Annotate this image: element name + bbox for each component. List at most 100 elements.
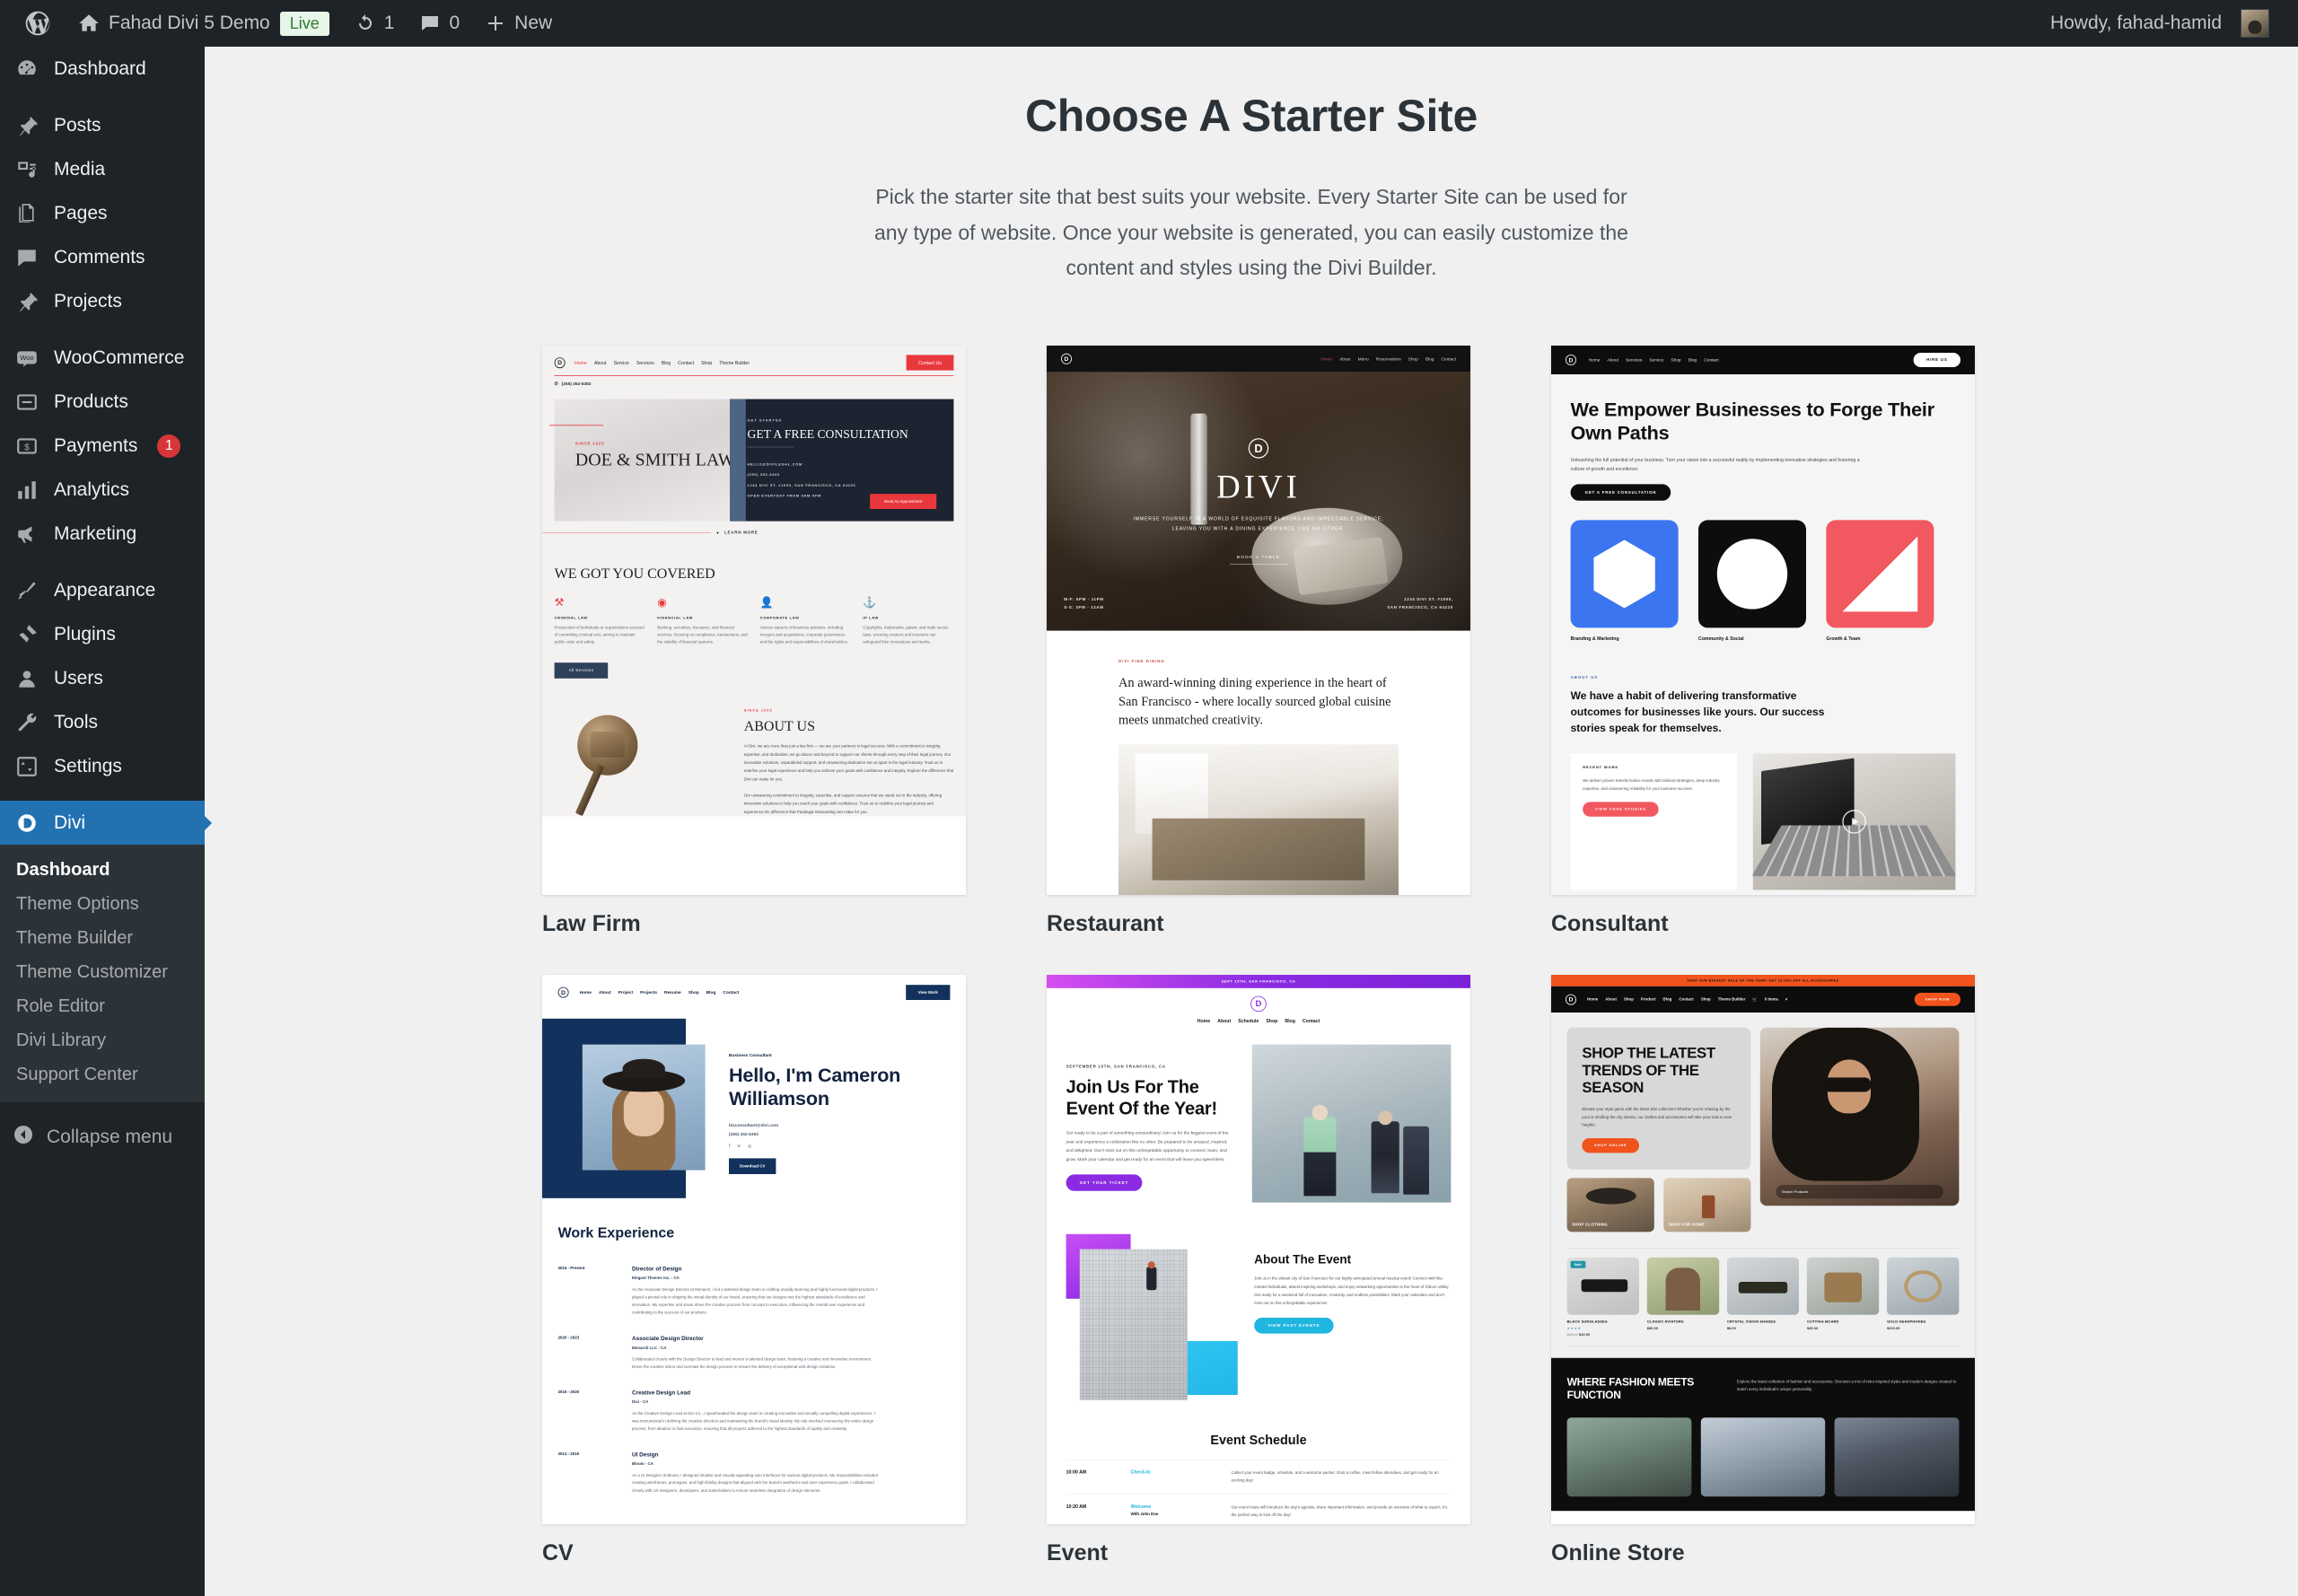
os-home-tile: SHOP FOR HOME [1663,1178,1751,1232]
sidebar-item-tools[interactable]: Tools [0,700,205,744]
submenu-item-theme-builder[interactable]: Theme Builder [0,921,205,955]
tools-icon [13,711,41,734]
thumbnail-cv[interactable]: D Home About Project Projects Resume Shop B… [542,974,966,1524]
rt-kicker: DIVI FINE DINING [1118,659,1165,664]
starter-site-card-event[interactable]: SEPT 15TH, SAN FRANCISCO, CA D Home About… [1047,974,1470,1566]
thumbnail-consultant[interactable]: D Home About Services Service Shop Blog Con… [1551,345,1975,895]
lf-nav: D Home About Service Services Blog Contact… [542,346,966,371]
submenu-item-divi-library[interactable]: Divi Library [0,1023,205,1057]
os-heading: SHOP THE LATEST TRENDS OF THE SEASON [1582,1043,1715,1096]
play-icon [1842,809,1866,834]
new-content-button[interactable]: New [472,0,565,47]
ev-ticket-button: GET YOUR TICKET [1066,1174,1143,1191]
ev-about-image [1066,1233,1238,1400]
os-product-card[interactable]: CUTTING BOARD $45.00 [1806,1257,1880,1337]
starter-site-card-consultant[interactable]: D Home About Services Service Shop Blog Con… [1551,345,1975,937]
rt-book-button: BOOK A TABLE [1236,553,1281,559]
starter-site-card-online-store[interactable]: SHOP OUR BIGGEST SALE OF THE YEAR! GET 1… [1551,974,1975,1566]
submenu-item-dashboard[interactable]: Dashboard [0,853,205,887]
cs-navlinks: Home About Services Service Shop Blog Conta… [1588,356,1719,363]
card-title-restaurant: Restaurant [1047,910,1164,936]
facebook-icon: f [729,1142,731,1149]
rt-address: 1234 DIVI ST. #1000, SAN FRANCISCO, CA 9… [1387,596,1453,610]
updates-button[interactable]: 1 [342,0,408,47]
lf-feature: ◉ FINANCIAL LAW Banking, securities, insur… [657,596,748,645]
sidebar-item-label: Settings [54,755,122,776]
thumbnail-law-firm[interactable]: D Home About Service Services Blog Contact… [542,345,966,895]
rt-navlinks: Home About Menu Reservations Shop Blog Cont… [1320,355,1456,362]
plus-icon [488,16,504,31]
os-product-card[interactable]: Sale! BLACK SUNGLASSES ★★★★ $22.00 $19.00 [1566,1257,1639,1337]
starter-site-card-cv[interactable]: D Home About Project Projects Resume Shop B… [542,974,966,1566]
sidebar-item-posts[interactable]: Posts [0,103,205,147]
product-image: Sale! [1566,1257,1639,1315]
divi-logo-icon: D [557,987,569,998]
site-name-button[interactable]: Fahad Divi 5 Demo Live [65,0,342,47]
sidebar-item-media[interactable]: Media [0,147,205,191]
thumbnail-event[interactable]: SEPT 15TH, SAN FRANCISCO, CA D Home About… [1047,974,1470,1524]
sidebar-item-label: Posts [54,114,101,136]
chevron-down-icon: ▾ [716,530,719,535]
sidebar-item-marketing[interactable]: Marketing [0,512,205,556]
wordpress-logo-button[interactable] [11,0,65,47]
sidebar-item-label: Users [54,667,103,688]
os-announcement-bar: SHOP OUR BIGGEST SALE OF THE YEAR! GET 1… [1551,974,1975,987]
starter-site-card-restaurant[interactable]: D Home About Menu Reservations Shop Blog Co… [1047,345,1470,937]
lf-feature: ⚓ IP LAW Copyrights, trademarks, patent, a… [863,597,953,645]
sidebar-item-projects[interactable]: Projects [0,279,205,323]
submenu-item-theme-customizer[interactable]: Theme Customizer [0,955,205,989]
submenu-item-theme-options[interactable]: Theme Options [0,887,205,921]
sidebar-item-woocommerce[interactable]: Woo WooCommerce [0,336,205,380]
sidebar-item-label: Tools [54,711,99,732]
submenu-item-support-center[interactable]: Support Center [0,1057,205,1092]
sidebar-item-users[interactable]: Users [0,656,205,700]
os-product-card[interactable]: GOLD HEADPHONES $210.00 [1887,1257,1960,1337]
svg-text:$: $ [24,443,30,452]
account-menu[interactable]: Howdy, fahad-hamid [2038,0,2282,47]
sidebar-item-payments[interactable]: $ Payments 1 [0,424,205,468]
divi-logo-icon: D [1566,994,1576,1005]
collapse-label: Collapse menu [47,1126,173,1147]
os-model-image: Search Products [1759,1027,1960,1206]
cv-contact: bizconsultant@divi.com (255) 352-6393 [729,1121,779,1136]
comments-button[interactable]: 0 [407,0,472,47]
sidebar-item-plugins[interactable]: Plugins [0,612,205,656]
cv-work-title: Work Experience [557,1224,675,1241]
home-icon [79,14,99,31]
new-label: New [514,13,553,33]
sidebar-item-comments[interactable]: Comments [0,235,205,279]
card-title-consultant: Consultant [1551,910,1669,936]
ip-icon: ⚓ [863,596,877,609]
sidebar-item-products[interactable]: Products [0,380,205,424]
sidebar-item-pages[interactable]: Pages [0,191,205,235]
rt-paragraph: An award-winning dining experience in th… [1118,674,1391,727]
cv-role: Business Consultant [729,1052,772,1057]
rt-hours: M-F: 5PM - 11PM S-S: 3PM - 12AM [1064,596,1104,610]
cs-service-card: Growth & Team [1826,520,1934,641]
thumbnail-restaurant[interactable]: D Home About Menu Reservations Shop Blog Co… [1047,345,1470,895]
comment-icon [13,246,41,269]
os-product-card[interactable]: CLASSIC AVIATORS $60.00 [1646,1257,1720,1337]
os-product-card[interactable]: CRYSTAL VISION SHADES $8.00 [1726,1257,1800,1337]
pin-icon [13,290,41,313]
sidebar-item-settings[interactable]: Settings [0,744,205,788]
thumbnail-online-store[interactable]: SHOP OUR BIGGEST SALE OF THE YEAR! GET 1… [1551,974,1975,1524]
sidebar-item-divi[interactable]: Divi [0,801,205,845]
sidebar-item-dashboard[interactable]: Dashboard [0,47,205,91]
coins-icon: ◉ [657,596,667,609]
sidebar-item-appearance[interactable]: Appearance [0,568,205,612]
pin-icon [13,114,41,137]
submenu-item-role-editor[interactable]: Role Editor [0,989,205,1023]
lf-navlinks: Home About Service Services Blog Contact Sh… [574,359,750,365]
media-icon [13,158,41,181]
starter-site-card-law-firm[interactable]: D Home About Service Services Blog Contact… [542,345,966,937]
phone-icon: ✆ [554,381,558,386]
card-title-online-store: Online Store [1551,1539,1685,1565]
sidebar-item-label: Payments [54,434,138,456]
sidebar-item-analytics[interactable]: Analytics [0,468,205,512]
cv-social-icons: f ✕ ◎ [729,1143,966,1149]
comments-count: 0 [449,13,460,33]
collapse-menu-button[interactable]: Collapse menu [0,1115,205,1159]
page-title: Choose A Starter Site [1024,91,1478,141]
lf-contact-button: Contact Us [906,355,954,371]
